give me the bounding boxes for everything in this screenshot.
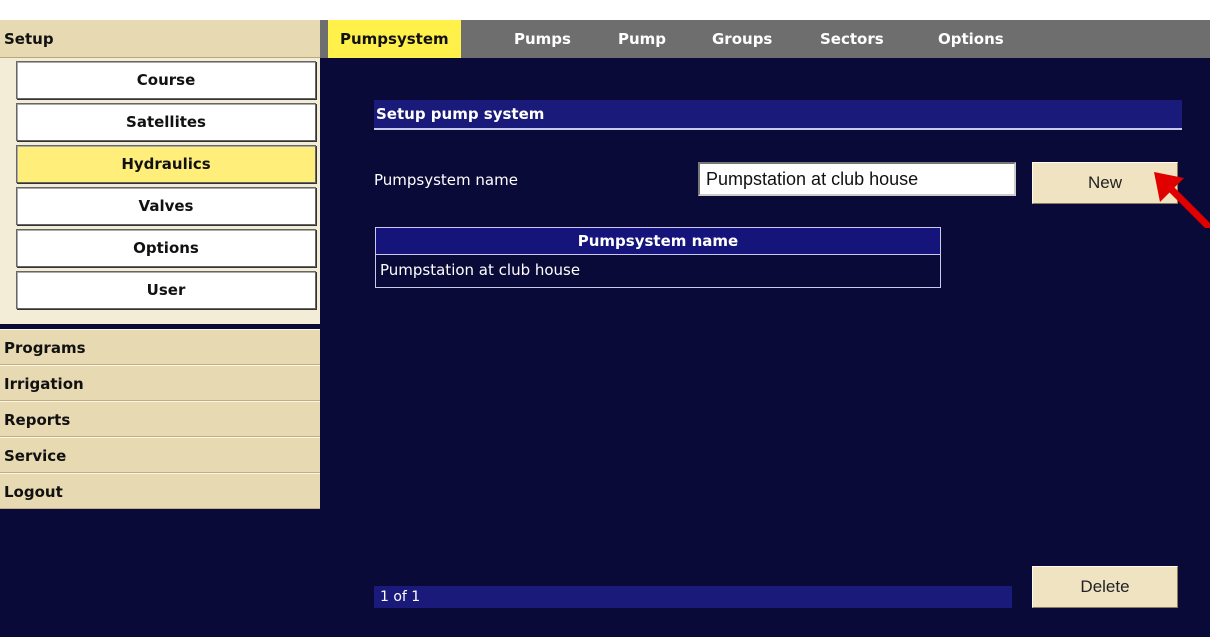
pumpsystem-name-label: Pumpsystem name: [374, 171, 518, 189]
sidebar-menu-reports[interactable]: Reports: [0, 401, 320, 437]
table-header: Pumpsystem name: [375, 227, 941, 255]
sidebar-item-satellites[interactable]: Satellites: [16, 103, 316, 141]
tab-groups[interactable]: Groups: [712, 20, 772, 58]
sidebar-item-hydraulics[interactable]: Hydraulics: [16, 145, 316, 183]
table-row[interactable]: Pumpstation at club house: [375, 255, 941, 288]
tab-sectors[interactable]: Sectors: [820, 20, 884, 58]
app-window: Setup Course Satellites Hydraulics Valve…: [0, 0, 1210, 637]
main-content: Setup pump system Pumpsystem name New Pu…: [320, 58, 1210, 637]
delete-button[interactable]: Delete: [1032, 566, 1178, 608]
sidebar-header-setup[interactable]: Setup: [0, 20, 320, 58]
tab-pump[interactable]: Pump: [618, 20, 666, 58]
sidebar-item-valves[interactable]: Valves: [16, 187, 316, 225]
tab-options[interactable]: Options: [938, 20, 1004, 58]
pumpsystem-name-input[interactable]: [698, 162, 1016, 196]
sidebar-menu-irrigation[interactable]: Irrigation: [0, 365, 320, 401]
sidebar-item-user[interactable]: User: [16, 271, 316, 309]
sidebar-item-options[interactable]: Options: [16, 229, 316, 267]
tab-pumpsystem[interactable]: Pumpsystem: [328, 20, 461, 58]
top-strip: [0, 0, 1210, 18]
sidebar-menu-service[interactable]: Service: [0, 437, 320, 473]
sidebar: Setup Course Satellites Hydraulics Valve…: [0, 20, 320, 637]
pager: 1 of 1: [374, 586, 1012, 608]
sidebar-item-course[interactable]: Course: [16, 61, 316, 99]
section-title: Setup pump system: [374, 100, 1182, 130]
tab-bar: Pumpsystem Pumps Pump Groups Sectors Opt…: [320, 20, 1210, 58]
tab-pumps[interactable]: Pumps: [514, 20, 571, 58]
sidebar-menu-programs[interactable]: Programs: [0, 329, 320, 365]
sidebar-menu-logout[interactable]: Logout: [0, 473, 320, 509]
red-arrow-icon: [1154, 172, 1210, 228]
sidebar-submenu: Course Satellites Hydraulics Valves Opti…: [0, 58, 320, 324]
pumpsystem-table: Pumpsystem name Pumpstation at club hous…: [375, 227, 941, 288]
